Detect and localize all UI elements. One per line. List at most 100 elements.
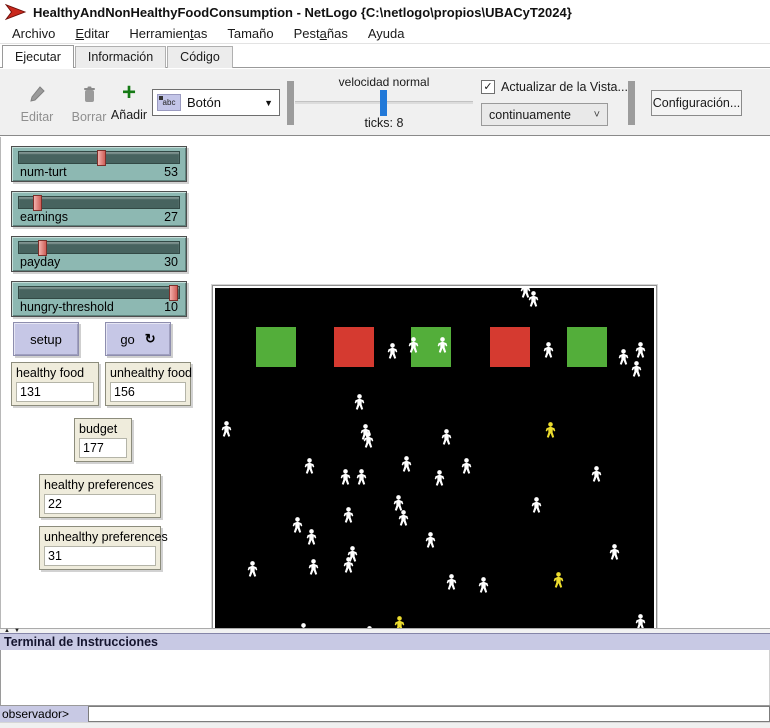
slider-track [18, 196, 180, 209]
dropdown-arrow-icon: ▼ [264, 98, 273, 108]
slider-num-turt[interactable]: num-turt53 [11, 146, 187, 182]
turtle-person-white [437, 337, 448, 353]
monitor-budget: budget 177 [74, 418, 132, 462]
turtle-person-white [528, 291, 539, 307]
speed-slider[interactable] [295, 101, 473, 104]
slider-track [18, 286, 180, 299]
slider-name: earnings [20, 210, 68, 224]
view-updates-label: Actualizar de la Vista... [501, 80, 628, 94]
slider-name: hungry-threshold [20, 300, 114, 314]
slider-handle[interactable] [97, 150, 106, 166]
turtle-person-white [304, 458, 315, 474]
setup-button[interactable]: setup [13, 322, 79, 356]
widget-type-select[interactable]: abc Botón ▼ [152, 89, 280, 116]
update-mode-value: continuamente [489, 108, 594, 122]
monitor-value: 156 [110, 382, 186, 402]
window-title: HealthyAndNonHealthyFoodConsumption - Ne… [33, 5, 572, 20]
slider-name: payday [20, 255, 60, 269]
turtle-person-white [635, 342, 646, 358]
tab-codigo[interactable]: Código [167, 46, 233, 68]
forever-loop-icon: ↻ [145, 331, 156, 347]
go-button[interactable]: go ↻ [105, 322, 171, 356]
speed-slider-group: velocidad normal ticks: 8 [295, 75, 473, 130]
patch-green [567, 327, 607, 367]
monitor-value: 177 [79, 438, 127, 458]
observer-prompt: observador> [0, 706, 88, 722]
slider-track [18, 151, 180, 164]
turtle-person-white [343, 507, 354, 523]
terminal-output[interactable] [0, 650, 770, 705]
turtle-person-white [308, 559, 319, 575]
settings-button[interactable]: Configuración... [651, 90, 742, 116]
monitor-label: healthy preferences [44, 478, 156, 492]
tab-ejecutar[interactable]: Ejecutar [2, 45, 74, 68]
turtle-person-white [356, 469, 367, 485]
slider-name: num-turt [20, 165, 67, 179]
add-widget-button[interactable]: + Añadir [106, 83, 152, 122]
monitor-unhealthy-preferences: unhealthy preferences 31 [39, 526, 161, 570]
edit-widget-button[interactable]: Editar [14, 85, 60, 124]
slider-handle[interactable] [33, 195, 42, 211]
monitor-healthy-food: healthy food 131 [11, 362, 99, 406]
netlogo-logo-icon [5, 3, 27, 21]
slider-value: 10 [164, 300, 178, 314]
turtle-person-white [401, 456, 412, 472]
command-input[interactable] [88, 706, 770, 722]
menu-herramientas[interactable]: Herramientas [119, 25, 217, 42]
slider-handle[interactable] [169, 285, 178, 301]
turtle-person-white [478, 577, 489, 593]
turtle-person-white [631, 361, 642, 377]
turtle-person-white [425, 532, 436, 548]
terminal-input-row: observador> [0, 705, 770, 722]
pencil-icon [14, 85, 60, 107]
turtle-person-white [363, 432, 374, 448]
slider-payday[interactable]: payday30 [11, 236, 187, 272]
interface-area: num-turt53 earnings 27 payday30 hungry-th… [0, 137, 770, 628]
monitor-unhealthy-food: unhealthy food 156 [105, 362, 191, 406]
monitor-value: 22 [44, 494, 156, 514]
monitor-value: 131 [16, 382, 94, 402]
speed-slider-handle[interactable] [380, 90, 387, 116]
toolbar-separator [628, 81, 635, 125]
turtle-person-white [292, 517, 303, 533]
view-updates-checkbox[interactable]: ✓ [481, 80, 495, 94]
turtle-person-white [434, 470, 445, 486]
ticks-counter: ticks: 8 [295, 116, 473, 130]
menu-tamano[interactable]: Tamaño [217, 25, 283, 42]
turtle-person-white [543, 342, 554, 358]
turtle-person-white [441, 429, 452, 445]
tab-informacion[interactable]: Información [75, 46, 166, 68]
turtle-person-white [461, 458, 472, 474]
toolbar-separator [287, 81, 294, 125]
title-bar: HealthyAndNonHealthyFoodConsumption - Ne… [0, 0, 770, 24]
monitor-label: budget [79, 422, 127, 436]
slider-earnings[interactable]: earnings 27 [11, 191, 187, 227]
menu-pestanas[interactable]: Pestañas [284, 25, 358, 42]
plus-icon: + [106, 83, 152, 105]
turtle-person-yellow [553, 572, 564, 588]
netlogo-window: HealthyAndNonHealthyFoodConsumption - Ne… [0, 0, 770, 728]
turtle-person-white [221, 421, 232, 437]
turtle-person-white [446, 574, 457, 590]
monitor-label: unhealthy food [110, 366, 186, 380]
slider-handle[interactable] [38, 240, 47, 256]
monitor-value: 31 [44, 546, 156, 566]
tab-bar: Ejecutar Información Código [0, 45, 770, 68]
turtle-person-white [387, 343, 398, 359]
patch-red [334, 327, 374, 367]
chevron-down-icon: ˅ [594, 109, 600, 121]
update-mode-select[interactable]: continuamente ˅ [481, 103, 608, 126]
menu-editar[interactable]: Editar [65, 25, 119, 42]
slider-value: 27 [164, 210, 178, 224]
turtle-person-white [354, 394, 365, 410]
button-widget-icon: abc [157, 94, 181, 111]
turtle-person-white [247, 561, 258, 577]
turtle-person-white [618, 349, 629, 365]
slider-hungry-threshold[interactable]: hungry-threshold 10 [11, 281, 187, 317]
turtle-person-white [393, 495, 404, 511]
terminal-header: Terminal de Instrucciones [0, 633, 770, 650]
turtle-person-white [340, 469, 351, 485]
speed-label: velocidad normal [295, 75, 473, 89]
menu-archivo[interactable]: Archivo [2, 25, 65, 42]
menu-ayuda[interactable]: Ayuda [358, 25, 415, 42]
